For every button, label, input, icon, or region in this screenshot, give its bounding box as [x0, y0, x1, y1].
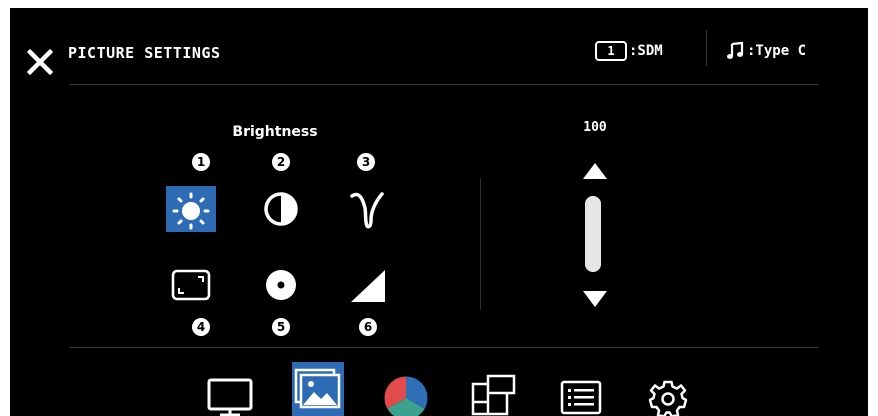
- contrast-icon: [264, 192, 298, 226]
- point-icon: [266, 270, 296, 300]
- param-number-6: 6: [359, 318, 377, 336]
- value-readout: 100: [583, 120, 607, 135]
- value-slider[interactable]: [585, 196, 601, 272]
- param-number-5: 5: [272, 318, 290, 336]
- header: PICTURE SETTINGS 1 :SDM :Type C: [10, 8, 868, 86]
- increase-button[interactable]: [581, 160, 609, 182]
- nav-settings[interactable]: [642, 362, 694, 416]
- nav-menu-list[interactable]: [555, 362, 607, 416]
- panel-divider: [480, 178, 481, 310]
- contrast-button[interactable]: [256, 184, 306, 234]
- selected-param-label: Brightness: [232, 124, 318, 140]
- header-divider: [706, 30, 707, 66]
- input-indicator: 1 :SDM: [595, 39, 663, 63]
- arrow-down-icon: [583, 291, 607, 307]
- nav-monitor[interactable]: [204, 362, 256, 416]
- monitor-icon: [207, 378, 253, 416]
- point-button[interactable]: [256, 260, 306, 310]
- param-number-4: 4: [192, 318, 210, 336]
- nav-multi-window[interactable]: [467, 362, 519, 416]
- aspect-ratio-icon: [171, 269, 211, 301]
- multi-window-icon: [471, 374, 516, 416]
- param-number-1: 1: [192, 153, 210, 171]
- bottom-nav: [10, 348, 868, 416]
- music-note-icon: [727, 41, 744, 59]
- close-icon: [26, 48, 54, 76]
- color-icon: [383, 375, 429, 416]
- sharpness-icon: [351, 270, 385, 302]
- audio-indicator: :Type C: [725, 39, 806, 63]
- slider-fill: [585, 196, 601, 272]
- gamma-button[interactable]: [342, 184, 392, 234]
- gamma-icon: [350, 192, 384, 229]
- audio-label: :Type C: [747, 43, 807, 59]
- brightness-button[interactable]: [166, 186, 216, 232]
- close-button[interactable]: [24, 46, 56, 78]
- header-separator: [70, 84, 818, 85]
- brightness-icon: [172, 192, 210, 230]
- nav-picture[interactable]: [292, 362, 344, 416]
- osd-screen: PICTURE SETTINGS 1 :SDM :Type C Brightne…: [10, 8, 868, 416]
- input-number-badge: 1: [595, 41, 627, 61]
- input-label: :SDM: [629, 43, 663, 59]
- param-number-3: 3: [357, 153, 375, 171]
- sharpness-button[interactable]: [343, 260, 393, 310]
- picture-icon: [294, 368, 341, 409]
- param-number-2: 2: [272, 153, 290, 171]
- decrease-button[interactable]: [581, 288, 609, 310]
- aspect-ratio-button[interactable]: [166, 260, 216, 310]
- settings-gear-icon: [648, 380, 688, 416]
- nav-color[interactable]: [380, 362, 432, 416]
- page-title: PICTURE SETTINGS: [68, 44, 221, 62]
- menu-list-icon: [560, 380, 602, 415]
- arrow-up-icon: [583, 163, 607, 179]
